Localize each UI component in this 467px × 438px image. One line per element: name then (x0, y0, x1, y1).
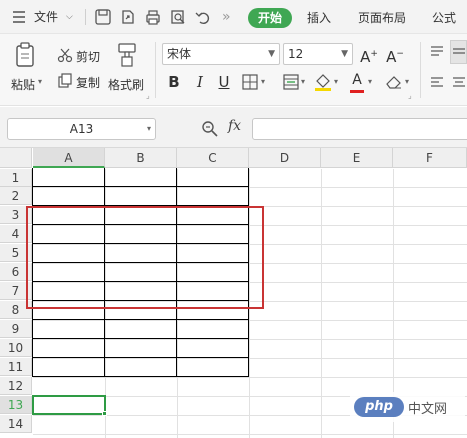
eraser-icon[interactable] (385, 74, 403, 90)
table-border (32, 319, 249, 320)
file-menu[interactable]: 文件 (34, 0, 58, 34)
column-header-c[interactable]: C (177, 148, 249, 168)
separator (420, 42, 421, 98)
bold-button[interactable]: B (166, 72, 182, 92)
gridline (33, 434, 467, 435)
name-box-value: A13 (69, 122, 94, 136)
gridline (321, 169, 322, 438)
php-logo: php (354, 397, 404, 417)
gridline (33, 187, 467, 188)
gridline (33, 377, 467, 378)
table-border (32, 357, 249, 358)
font-size-value: 12 (288, 47, 304, 61)
merge-cells-icon[interactable] (283, 74, 299, 90)
font-launcher-icon[interactable]: ⌟ (408, 91, 412, 100)
fill-handle[interactable] (102, 411, 107, 416)
copy-icon[interactable] (57, 73, 73, 89)
separator (155, 42, 156, 98)
align-center-icon[interactable] (452, 76, 466, 90)
save-icon[interactable] (94, 8, 112, 26)
format-painter-button[interactable]: 格式刷 (108, 76, 144, 93)
table-border (32, 376, 249, 377)
file-menu-chevron-icon[interactable]: ⌵ (66, 0, 73, 34)
paste-icon[interactable] (14, 42, 38, 68)
grow-font-button[interactable]: A+ (360, 44, 378, 66)
highlight-box (26, 206, 264, 309)
shrink-font-icon: A (386, 48, 397, 66)
underline-button[interactable]: U (216, 72, 232, 92)
watermark-badge: php 中文网 (350, 392, 465, 422)
column-header-b[interactable]: B (105, 148, 177, 168)
fill-color-chevron-icon[interactable]: ▾ (334, 77, 338, 86)
font-name-value: 宋体 (167, 47, 192, 61)
align-left-icon[interactable] (430, 76, 444, 90)
zoom-icon[interactable] (201, 120, 219, 138)
align-top-icon[interactable] (430, 45, 444, 59)
cut-button[interactable]: 剪切 (76, 48, 100, 65)
column-header-a[interactable]: A (33, 148, 105, 168)
tab-home[interactable]: 开始 (248, 8, 293, 28)
copy-button[interactable]: 复制 (76, 74, 100, 91)
row-header-9[interactable]: 9 (0, 320, 32, 338)
borders-chevron-icon[interactable]: ▾ (261, 77, 265, 86)
chevron-down-icon: ▾ (146, 124, 151, 133)
tab-insert[interactable]: 插入 (307, 8, 331, 28)
font-color-button[interactable]: A (350, 70, 364, 90)
formula-input[interactable] (252, 118, 467, 140)
more-quick-access[interactable]: » (222, 0, 231, 34)
format-painter-icon[interactable] (116, 42, 138, 68)
row-header-11[interactable]: 11 (0, 358, 32, 376)
menu-hamburger-icon[interactable] (12, 0, 26, 34)
insert-function-button[interactable]: fx (228, 118, 241, 134)
export-icon[interactable] (119, 8, 137, 26)
fill-color-icon[interactable] (314, 72, 332, 92)
column-header-f[interactable]: F (393, 148, 467, 168)
gridline (33, 358, 467, 359)
column-header-d[interactable]: D (249, 148, 321, 168)
row-header-1[interactable]: 1 (0, 169, 32, 187)
font-color-chevron-icon[interactable]: ▾ (368, 77, 372, 86)
font-name-select[interactable]: 宋体 ▼ (162, 43, 280, 65)
print-icon[interactable] (144, 8, 162, 26)
undo-icon[interactable] (194, 8, 212, 26)
chevron-down-icon: ▼ (341, 49, 348, 59)
gridline (33, 320, 467, 321)
table-border (32, 338, 249, 339)
align-middle-button[interactable] (450, 40, 467, 64)
font-color-swatch (350, 90, 364, 93)
row-header-13[interactable]: 13 (0, 396, 32, 414)
menu-bar: 文件 ⌵ » 开始 插入 页面布局 公式 (0, 0, 467, 34)
chevron-down-icon: ▼ (268, 49, 275, 59)
eraser-chevron-icon[interactable]: ▾ (405, 77, 409, 86)
formula-bar: A13 ▾ fx (0, 107, 467, 148)
tab-formulas[interactable]: 公式 (432, 8, 456, 28)
font-size-select[interactable]: 12 ▼ (283, 43, 353, 65)
gridline (33, 339, 467, 340)
merge-chevron-icon[interactable]: ▾ (301, 77, 305, 86)
name-box[interactable]: A13 ▾ (7, 118, 156, 140)
select-all-corner[interactable] (0, 148, 32, 168)
row-header-2[interactable]: 2 (0, 187, 32, 205)
ribbon: 粘贴 ▾ 剪切 复制 格式刷 ⌟ 宋体 ▼ 12 ▼ A+ A− B I U ▾… (0, 34, 467, 106)
column-header-e[interactable]: E (321, 148, 393, 168)
font-color-icon: A (352, 72, 362, 88)
table-border (32, 186, 249, 187)
align-middle-icon (453, 48, 465, 54)
watermark-text: 中文网 (408, 402, 448, 417)
row-header-14[interactable]: 14 (0, 415, 32, 433)
grow-font-icon: A (360, 48, 371, 66)
clipboard-launcher-icon[interactable]: ⌟ (146, 91, 150, 100)
active-cell[interactable] (32, 395, 106, 415)
paste-chevron-icon[interactable]: ▾ (38, 77, 42, 86)
paste-button[interactable]: 粘贴 (11, 76, 35, 93)
print-preview-icon[interactable] (169, 8, 187, 26)
row-header-10[interactable]: 10 (0, 339, 32, 357)
borders-icon[interactable] (242, 74, 258, 90)
row-header-12[interactable]: 12 (0, 377, 32, 395)
shrink-font-button[interactable]: A− (386, 44, 404, 66)
separator (85, 9, 86, 25)
scissors-icon[interactable] (57, 47, 73, 63)
italic-button[interactable]: I (192, 72, 208, 92)
tab-page-layout[interactable]: 页面布局 (358, 8, 406, 28)
